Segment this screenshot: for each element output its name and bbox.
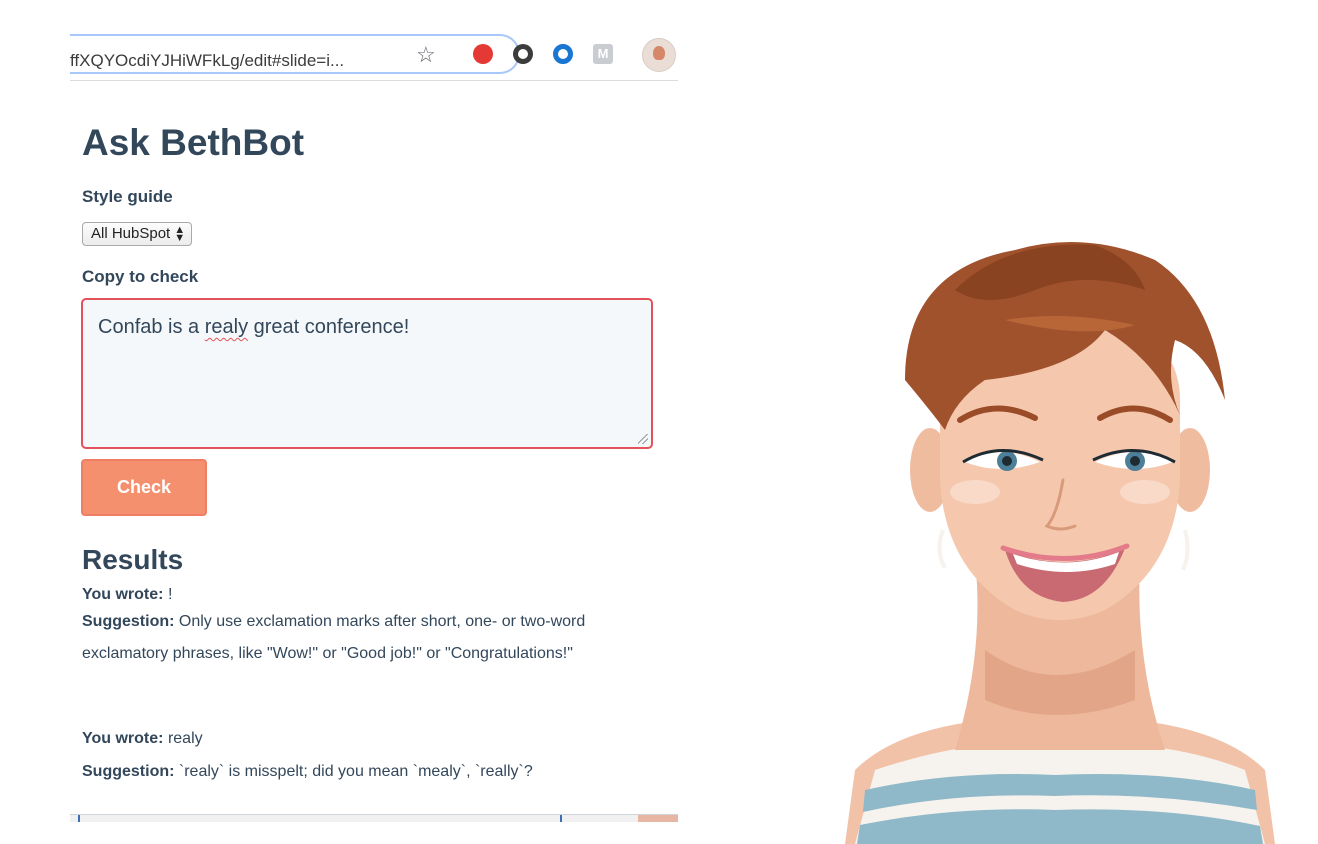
wrote-label: You wrote: — [82, 586, 164, 603]
url-text: ffXQYOcdiYJHiWFkLg/edit#slide=i... — [70, 51, 345, 70]
select-arrows-icon: ▲ ▼ — [174, 224, 186, 245]
resize-grip-icon[interactable] — [638, 434, 648, 444]
copy-textarea[interactable]: Confab is a realy great conference! — [81, 298, 653, 449]
scroll-edge — [70, 814, 678, 822]
page-title: Ask BethBot — [82, 122, 305, 163]
suggestion-label: Suggestion: — [82, 613, 175, 630]
result-2-suggestion: Suggestion: `realy` is misspelt; did you… — [82, 756, 662, 788]
copy-text-after: great conference! — [248, 316, 410, 338]
profile-avatar[interactable] — [642, 38, 676, 72]
suggestion-text: `realy` is misspelt; did you mean `mealy… — [178, 763, 533, 780]
browser-toolbar: ffXQYOcdiYJHiWFkLg/edit#slide=i... ☆ M — [70, 30, 678, 82]
app-panel: ffXQYOcdiYJHiWFkLg/edit#slide=i... ☆ M A… — [70, 0, 678, 822]
pinterest-icon[interactable] — [513, 44, 533, 64]
toolbar-divider — [70, 80, 678, 81]
style-guide-value: All HubSpot — [91, 225, 171, 242]
m-extension-icon[interactable]: M — [593, 44, 613, 64]
bethbot-avatar-illustration — [845, 242, 1275, 844]
style-guide-label: Style guide — [82, 187, 173, 206]
check-button[interactable]: Check — [81, 459, 207, 516]
wrote-label: You wrote: — [82, 730, 164, 747]
result-2-wrote: You wrote: realy — [82, 723, 662, 755]
wrote-value: realy — [167, 730, 203, 747]
circle-extension-icon[interactable] — [553, 44, 573, 64]
copy-misspelled-word: realy — [204, 316, 249, 338]
results-title: Results — [82, 544, 184, 575]
wrote-value: ! — [167, 586, 173, 603]
copy-label: Copy to check — [82, 267, 199, 286]
adblock-icon[interactable] — [473, 44, 493, 64]
suggestion-label: Suggestion: — [82, 763, 175, 780]
copy-text-before: Confab is a — [98, 316, 205, 338]
style-guide-select[interactable]: All HubSpot ▲ ▼ — [82, 222, 193, 246]
result-1-suggestion: Suggestion: Only use exclamation marks a… — [82, 606, 662, 670]
address-bar[interactable]: ffXQYOcdiYJHiWFkLg/edit#slide=i... — [70, 34, 520, 74]
bookmark-star-icon[interactable]: ☆ — [416, 42, 436, 68]
